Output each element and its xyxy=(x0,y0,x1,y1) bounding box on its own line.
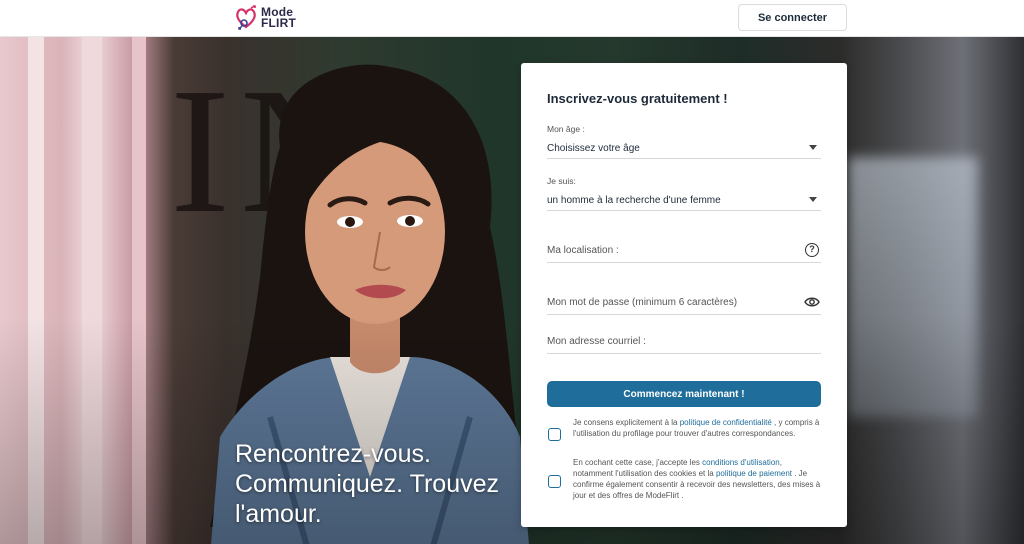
hero-tagline: Rencontrez-vous. Communiquez. Trouvez l'… xyxy=(235,440,500,528)
age-select[interactable]: Mon âge : Choisissez votre âge xyxy=(547,121,821,159)
location-input[interactable]: Ma localisation : ? xyxy=(547,235,821,263)
terms-of-use-link[interactable]: conditions d'utilisation xyxy=(702,458,780,467)
form-title: Inscrivez-vous gratuitement ! xyxy=(547,91,728,106)
consent-privacy: Je consens explicitement à la politique … xyxy=(547,415,821,451)
hero-section: IN Rencontrez-vous. Communiquez. Trouvez… xyxy=(0,37,1024,544)
help-circle-icon[interactable]: ? xyxy=(805,243,819,257)
modeflirt-logo[interactable]: Mode FLIRT xyxy=(234,4,296,32)
caret-down-icon xyxy=(809,145,817,150)
logo-wordmark: Mode FLIRT xyxy=(261,6,296,30)
consent-terms: En cochant cette case, j'accepte les con… xyxy=(547,457,821,507)
privacy-policy-link[interactable]: politique de confidentialité xyxy=(680,418,772,427)
age-label: Mon âge : xyxy=(547,124,585,134)
password-placeholder: Mon mot de passe (minimum 6 caractères) xyxy=(547,297,738,308)
email-placeholder: Mon adresse courriel : xyxy=(547,336,646,347)
terms-text-start: En cochant cette case, j'accepte les xyxy=(573,458,703,467)
gender-value: un homme à la recherche d'une femme xyxy=(547,195,721,206)
terms-consent-text: En cochant cette case, j'accepte les con… xyxy=(573,457,821,501)
heart-logo-icon xyxy=(236,5,256,30)
privacy-checkbox[interactable] xyxy=(548,428,561,441)
gender-label: Je suis: xyxy=(547,176,576,186)
signup-form-card: Inscrivez-vous gratuitement ! Mon âge : … xyxy=(521,63,847,527)
age-value: Choisissez votre âge xyxy=(547,143,640,154)
payment-policy-link[interactable]: politique de paiement xyxy=(716,469,792,478)
caret-down-icon xyxy=(809,197,817,202)
logo-word-flirt: FLIRT xyxy=(261,16,296,30)
privacy-consent-text: Je consens explicitement à la politique … xyxy=(573,417,821,439)
email-input[interactable]: Mon adresse courriel : xyxy=(547,327,821,354)
password-input[interactable]: Mon mot de passe (minimum 6 caractères) xyxy=(547,287,821,315)
top-bar: Mode FLIRT Se connecter xyxy=(0,0,1024,37)
login-button[interactable]: Se connecter xyxy=(738,4,847,31)
eye-icon[interactable] xyxy=(804,296,820,308)
location-placeholder: Ma localisation : xyxy=(547,245,619,256)
start-now-button[interactable]: Commencez maintenant ! xyxy=(547,381,821,407)
privacy-text-start: Je consens explicitement à la xyxy=(573,418,680,427)
gender-select[interactable]: Je suis: un homme à la recherche d'une f… xyxy=(547,173,821,211)
terms-checkbox[interactable] xyxy=(548,475,561,488)
